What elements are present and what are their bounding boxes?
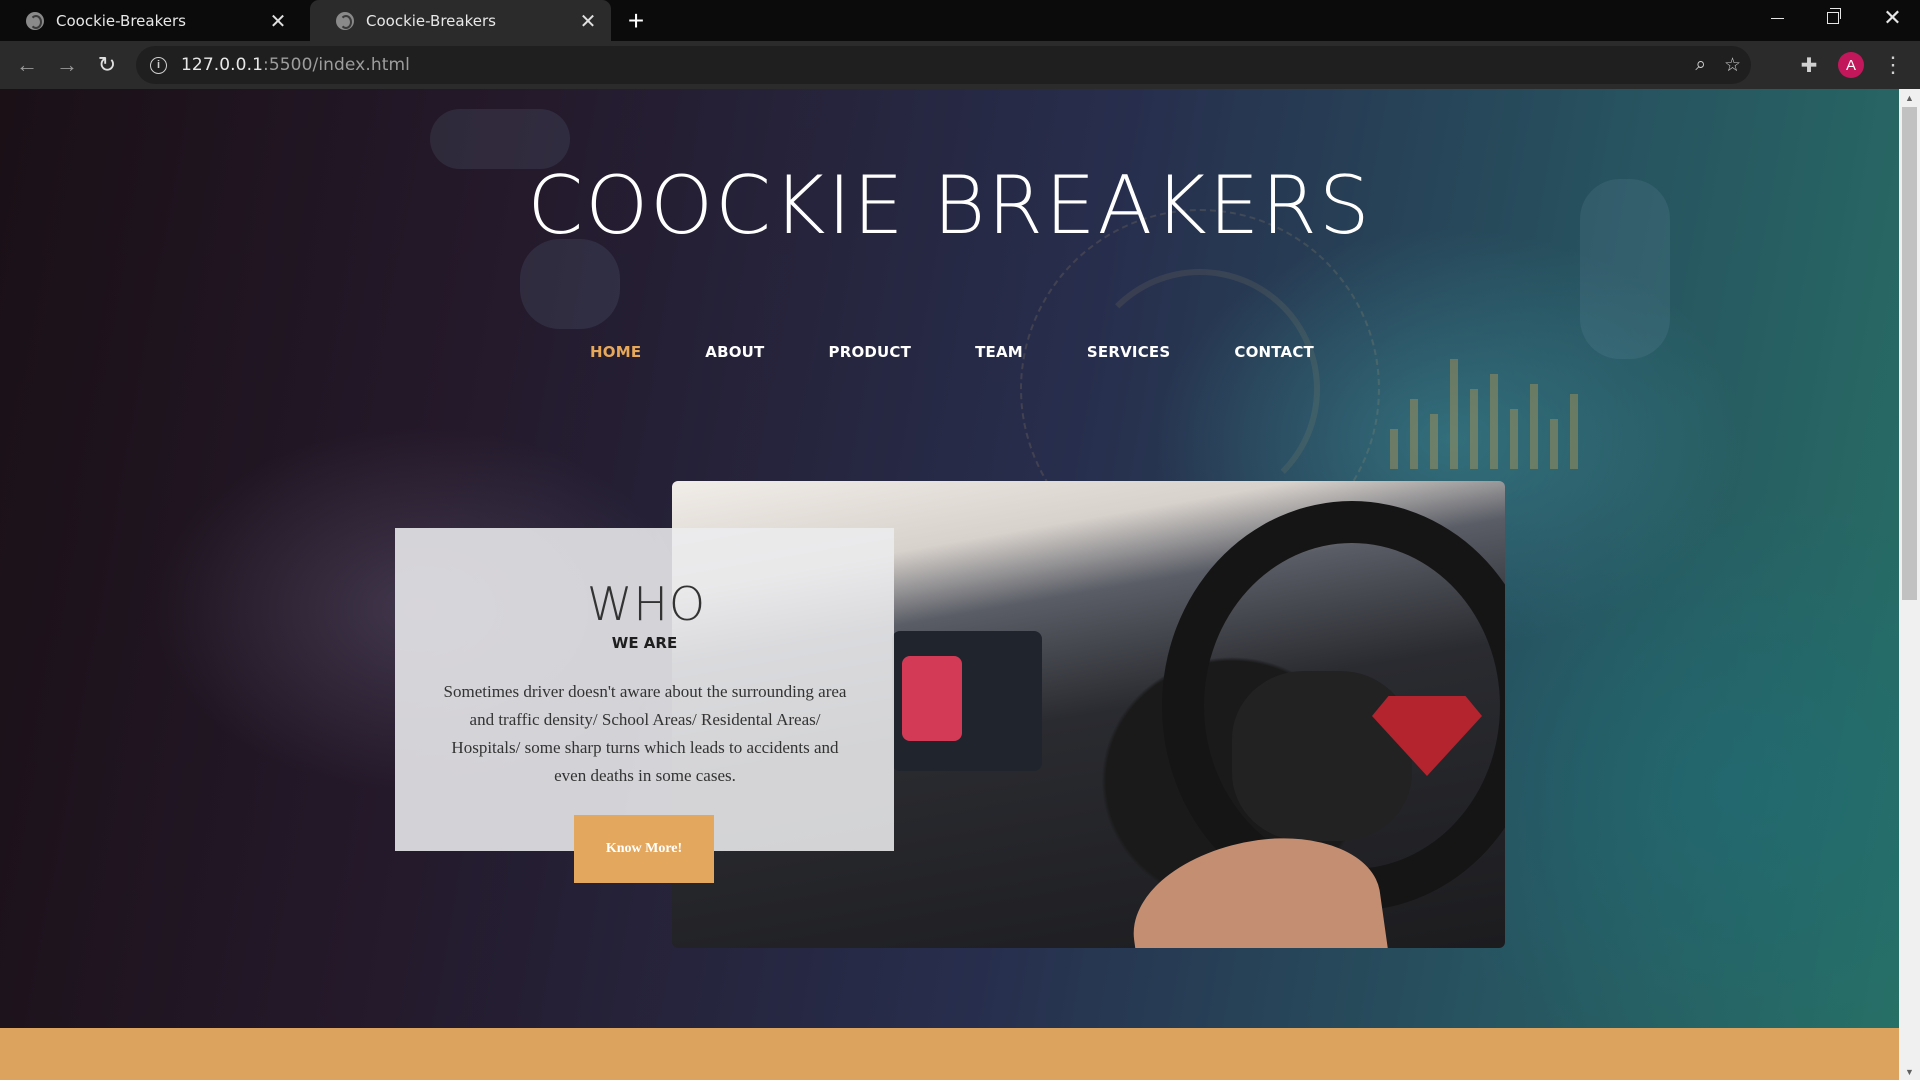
url-text[interactable]: 127.0.0.1:5500/index.html — [181, 55, 410, 75]
scroll-down-arrow-icon[interactable]: ▼ — [1899, 1063, 1920, 1080]
new-tab-button[interactable]: + — [620, 5, 652, 36]
image-detail — [1232, 671, 1412, 841]
minimize-button[interactable] — [1750, 0, 1805, 36]
nav-services[interactable]: SERVICES — [1087, 343, 1170, 361]
hero-section: COOCKIE BREAKERS HOME ABOUT PRODUCT TEAM… — [0, 89, 1899, 1028]
zoom-out-icon[interactable]: ⌕ — [1695, 54, 1706, 76]
address-bar[interactable]: i 127.0.0.1:5500/index.html ⌕ ☆ — [136, 46, 1751, 84]
about-subheading: WE ARE — [611, 634, 678, 652]
restore-icon — [1826, 8, 1841, 24]
browser-toolbar: ← → ↻ i 127.0.0.1:5500/index.html ⌕ ☆ ✚ … — [0, 41, 1920, 89]
url-path: :5500/index.html — [263, 55, 410, 75]
browser-tab-1[interactable]: Coockie-Breakers ✕ — [0, 0, 301, 41]
globe-icon — [26, 11, 44, 30]
close-icon[interactable]: ✕ — [575, 8, 601, 34]
page-scrollbar[interactable]: ▲ ▼ — [1899, 89, 1920, 1080]
avatar[interactable]: A — [1838, 52, 1864, 78]
about-heading: WHO — [586, 577, 707, 631]
restore-button[interactable] — [1805, 0, 1860, 36]
info-icon[interactable]: i — [150, 56, 167, 74]
close-icon[interactable]: ✕ — [265, 8, 291, 34]
globe-icon — [336, 11, 354, 30]
page-viewport: COOCKIE BREAKERS HOME ABOUT PRODUCT TEAM… — [0, 89, 1899, 1080]
close-window-button[interactable]: ✕ — [1865, 0, 1920, 36]
tab-title: Coockie-Breakers — [56, 11, 186, 30]
minimize-icon — [1771, 17, 1784, 19]
about-card: WHO WE ARE Sometimes driver doesn't awar… — [395, 528, 894, 851]
main-nav: HOME ABOUT PRODUCT TEAM SERVICES CONTACT — [0, 343, 1899, 361]
browser-tab-2[interactable]: Coockie-Breakers ✕ — [310, 0, 611, 41]
nav-about[interactable]: ABOUT — [705, 343, 764, 361]
arrow-right-icon[interactable]: → — [51, 49, 83, 81]
nav-team[interactable]: TEAM — [975, 343, 1023, 361]
site-title: COOCKIE BREAKERS — [527, 159, 1372, 252]
nav-contact[interactable]: CONTACT — [1234, 343, 1314, 361]
background-decoration — [1080, 269, 1320, 509]
omnibox-actions: ⌕ ☆ — [1695, 46, 1741, 84]
arrow-left-icon[interactable]: ← — [11, 49, 43, 81]
kebab-menu-icon[interactable]: ⋮ — [1880, 52, 1906, 78]
next-section-band — [0, 1028, 1899, 1080]
nav-home[interactable]: HOME — [590, 343, 641, 361]
about-description: Sometimes driver doesn't aware about the… — [443, 682, 847, 785]
scrollbar-thumb[interactable] — [1902, 107, 1917, 600]
know-more-button[interactable]: Know More! — [574, 815, 714, 883]
image-detail — [902, 656, 962, 741]
background-bar-graphic — [1390, 349, 1578, 469]
puzzle-icon[interactable]: ✚ — [1797, 53, 1821, 77]
scroll-up-arrow-icon[interactable]: ▲ — [1899, 89, 1920, 106]
star-icon[interactable]: ☆ — [1724, 54, 1741, 77]
browser-tab-bar: Coockie-Breakers ✕ Coockie-Breakers ✕ + … — [0, 0, 1920, 41]
tab-title: Coockie-Breakers — [366, 11, 496, 30]
background-decoration — [520, 239, 620, 329]
url-host: 127.0.0.1 — [181, 55, 264, 75]
nav-product[interactable]: PRODUCT — [829, 343, 912, 361]
reload-icon[interactable]: ↻ — [91, 49, 123, 81]
